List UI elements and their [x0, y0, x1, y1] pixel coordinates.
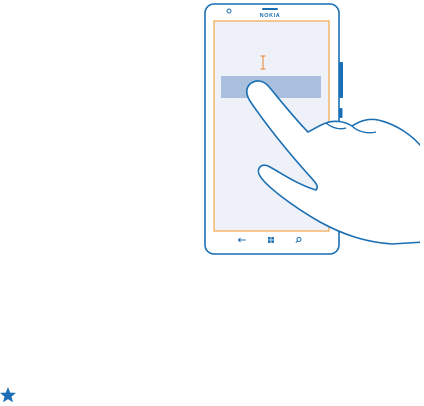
earpiece: [262, 8, 278, 10]
hand-edge-mask: [420, 140, 424, 250]
volume-button: [339, 62, 343, 98]
phone-illustration: NOKIA: [204, 3, 424, 255]
star-icon: [0, 387, 16, 403]
power-button: [339, 108, 343, 118]
brand-label: NOKIA: [260, 13, 281, 19]
